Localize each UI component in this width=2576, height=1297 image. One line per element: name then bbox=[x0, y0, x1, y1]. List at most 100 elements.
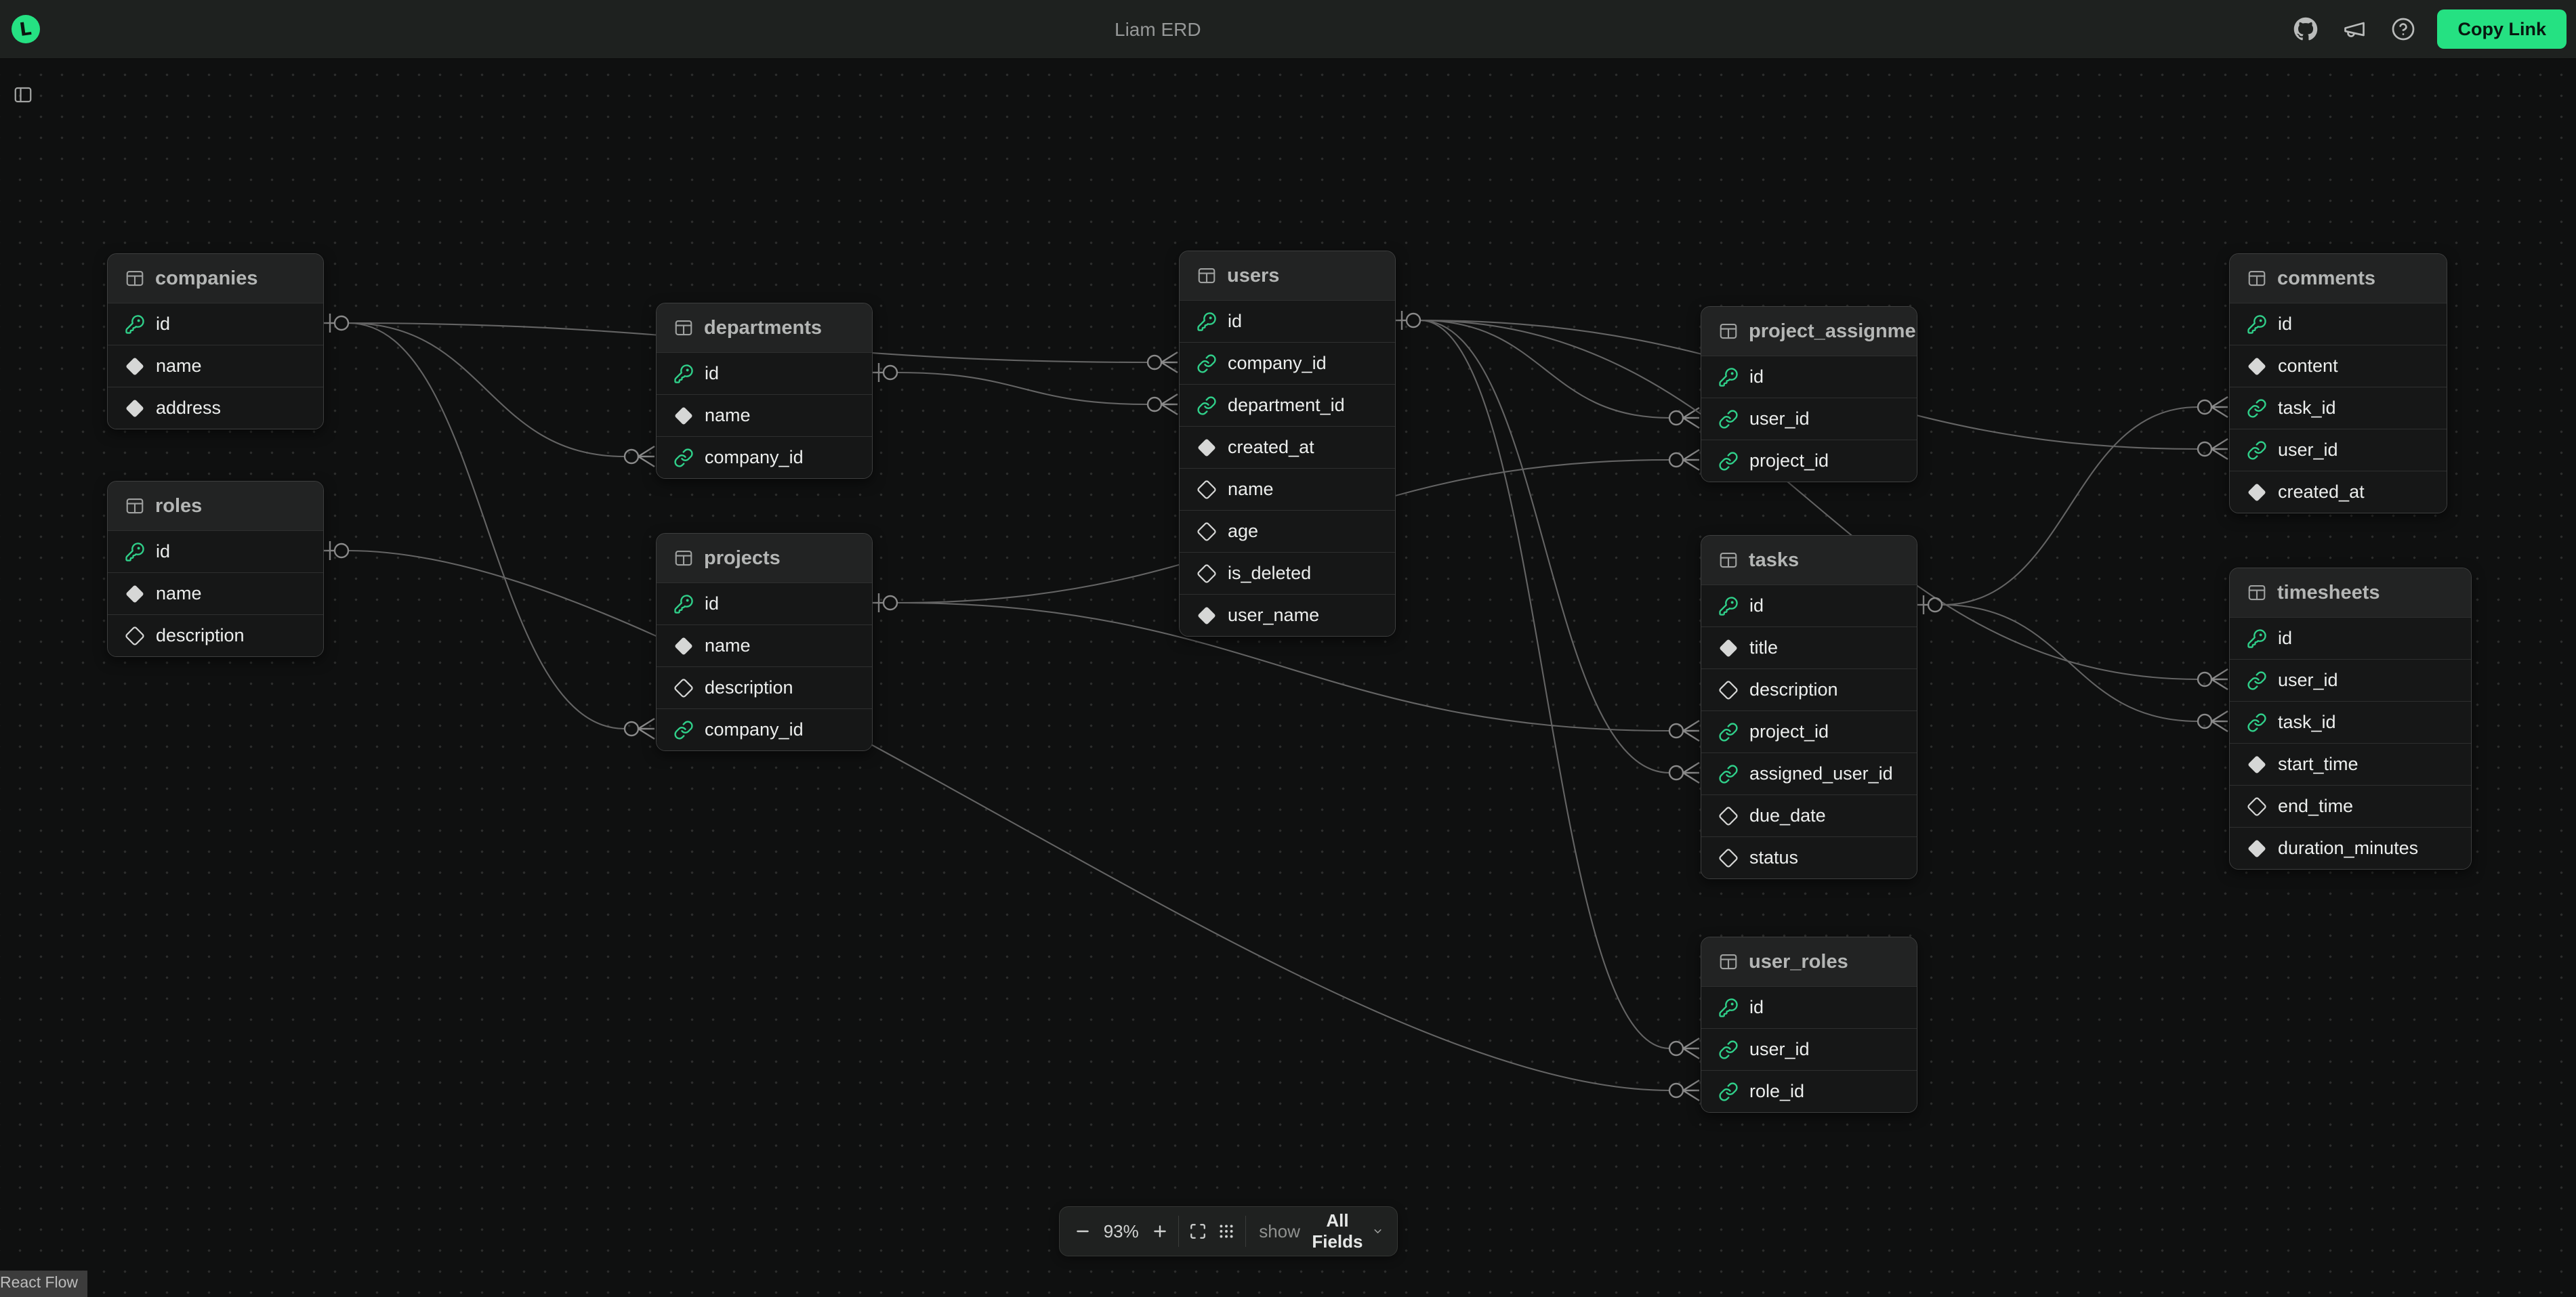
table-node-timesheets[interactable]: timesheets id user_idtask_idstart_timeend_… bbox=[2229, 568, 2472, 870]
table-node-tasks[interactable]: tasksidtitledescriptionproject_idassigne… bbox=[1701, 535, 1917, 879]
key-icon bbox=[1718, 998, 1739, 1018]
tidy-up-button[interactable] bbox=[1217, 1216, 1236, 1246]
table-header-projects[interactable]: projects bbox=[657, 534, 872, 582]
field-row-comments-content[interactable]: content bbox=[2230, 345, 2447, 387]
field-row-project_assignments-id[interactable]: id bbox=[1701, 356, 1917, 398]
field-name: user_id bbox=[2278, 440, 2338, 461]
field-row-comments-user_id[interactable]: user_id bbox=[2230, 429, 2447, 471]
github-button[interactable] bbox=[2291, 14, 2321, 44]
field-row-users-department_id[interactable]: department_id bbox=[1180, 384, 1395, 426]
field-row-tasks-assigned_user_id[interactable]: assigned_user_id bbox=[1701, 752, 1917, 794]
field-row-projects-company_id[interactable]: company_id bbox=[657, 708, 872, 750]
field-row-user_roles-id[interactable]: id bbox=[1701, 986, 1917, 1028]
table-header-tasks[interactable]: tasks bbox=[1701, 536, 1917, 584]
field-row-companies-id[interactable]: id bbox=[108, 303, 323, 345]
table-node-roles[interactable]: rolesidnamedescription bbox=[107, 481, 324, 657]
field-row-users-created_at[interactable]: created_at bbox=[1180, 426, 1395, 468]
erd-canvas[interactable]: companiesidnameaddressrolesidnamedescrip… bbox=[0, 0, 2576, 1294]
field-row-timesheets-task_id[interactable]: task_id bbox=[2230, 701, 2471, 743]
field-row-comments-task_id[interactable]: task_id bbox=[2230, 387, 2447, 429]
field-name: name bbox=[705, 405, 751, 426]
copy-link-button[interactable]: Copy Link bbox=[2437, 9, 2567, 49]
liam-logo[interactable]: L bbox=[12, 15, 40, 43]
table-node-project_assignments[interactable]: project_assignme...iduser_idproject_id bbox=[1701, 306, 1917, 482]
field-row-departments-company_id[interactable]: company_id bbox=[657, 436, 872, 478]
diamond-filled-icon bbox=[2247, 356, 2267, 377]
field-row-companies-name[interactable]: name bbox=[108, 345, 323, 387]
link-icon bbox=[1718, 764, 1739, 784]
field-row-timesheets-start_time[interactable]: start_time bbox=[2230, 743, 2471, 785]
field-row-departments-name[interactable]: name bbox=[657, 394, 872, 436]
field-row-projects-name[interactable]: name bbox=[657, 624, 872, 666]
table-node-departments[interactable]: departmentsid name company_id bbox=[656, 303, 873, 479]
field-row-projects-id[interactable]: id bbox=[657, 582, 872, 624]
table-header-comments[interactable]: comments bbox=[2230, 254, 2447, 303]
field-row-comments-created_at[interactable]: created_at bbox=[2230, 471, 2447, 513]
field-row-project_assignments-user_id[interactable]: user_id bbox=[1701, 398, 1917, 440]
field-row-users-company_id[interactable]: company_id bbox=[1180, 342, 1395, 384]
diamond-filled-icon bbox=[673, 636, 694, 656]
field-row-tasks-due_date[interactable]: due_date bbox=[1701, 794, 1917, 836]
field-row-comments-id[interactable]: id bbox=[2230, 303, 2447, 345]
key-icon bbox=[125, 542, 145, 562]
feedback-button[interactable] bbox=[2340, 14, 2369, 44]
table-title: users bbox=[1227, 265, 1279, 287]
zoom-in-button[interactable] bbox=[1150, 1216, 1169, 1246]
canvas-toolbar: 93% show All Fields bbox=[1059, 1206, 1398, 1256]
table-header-roles[interactable]: roles bbox=[108, 482, 323, 530]
field-name: id bbox=[2278, 628, 2292, 649]
field-row-user_roles-user_id[interactable]: user_id bbox=[1701, 1028, 1917, 1070]
field-row-timesheets-duration_minutes[interactable]: duration_minutes bbox=[2230, 827, 2471, 869]
field-row-timesheets-end_time[interactable]: end_time bbox=[2230, 785, 2471, 827]
field-row-roles-name[interactable]: name bbox=[108, 572, 323, 614]
react-flow-attribution[interactable]: React Flow bbox=[0, 1271, 87, 1297]
field-row-users-id[interactable]: id bbox=[1180, 300, 1395, 342]
key-icon bbox=[1718, 367, 1739, 387]
field-row-users-user_name[interactable]: user_name bbox=[1180, 594, 1395, 636]
field-row-roles-id[interactable]: id bbox=[108, 530, 323, 572]
field-row-roles-description[interactable]: description bbox=[108, 614, 323, 656]
field-row-user_roles-role_id[interactable]: role_id bbox=[1701, 1070, 1917, 1112]
table-node-projects[interactable]: projectsidname description company_id bbox=[656, 533, 873, 751]
fit-view-button[interactable] bbox=[1188, 1216, 1207, 1246]
table-node-comments[interactable]: commentsidcontenttask_id user_id created_a… bbox=[2229, 253, 2447, 513]
field-row-tasks-project_id[interactable]: project_id bbox=[1701, 710, 1917, 752]
megaphone-icon bbox=[2342, 17, 2367, 41]
link-icon bbox=[2247, 398, 2267, 419]
field-row-tasks-description[interactable]: description bbox=[1701, 668, 1917, 710]
field-row-project_assignments-project_id[interactable]: project_id bbox=[1701, 440, 1917, 482]
key-icon bbox=[1197, 312, 1217, 332]
field-row-tasks-title[interactable]: title bbox=[1701, 626, 1917, 668]
field-row-tasks-id[interactable]: id bbox=[1701, 584, 1917, 626]
table-node-companies[interactable]: companies id nameaddress bbox=[107, 253, 324, 429]
table-node-user_roles[interactable]: user_rolesiduser_idrole_id bbox=[1701, 937, 1917, 1113]
table-header-project_assignments[interactable]: project_assignme... bbox=[1701, 307, 1917, 356]
field-name: company_id bbox=[705, 719, 804, 740]
table-header-user_roles[interactable]: user_roles bbox=[1701, 937, 1917, 986]
table-header-timesheets[interactable]: timesheets bbox=[2230, 568, 2471, 617]
field-row-timesheets-user_id[interactable]: user_id bbox=[2230, 659, 2471, 701]
field-row-projects-description[interactable]: description bbox=[657, 666, 872, 708]
app-header: L Liam ERD Copy Link bbox=[0, 0, 2576, 59]
help-button[interactable] bbox=[2388, 14, 2418, 44]
field-row-timesheets-id[interactable]: id bbox=[2230, 617, 2471, 659]
diamond-outline-icon bbox=[1718, 806, 1739, 826]
diamond-outline-icon bbox=[1718, 848, 1739, 868]
table-header-departments[interactable]: departments bbox=[657, 303, 872, 352]
show-mode-select[interactable]: All Fields bbox=[1310, 1210, 1384, 1252]
field-row-users-is_deleted[interactable]: is_deleted bbox=[1180, 552, 1395, 594]
sidebar-toggle-button[interactable] bbox=[8, 80, 38, 110]
field-name: description bbox=[705, 677, 793, 698]
diamond-outline-icon bbox=[673, 678, 694, 698]
table-header-companies[interactable]: companies bbox=[108, 254, 323, 303]
table-header-users[interactable]: users bbox=[1180, 251, 1395, 300]
field-row-departments-id[interactable]: id bbox=[657, 352, 872, 394]
table-node-users[interactable]: users idcompany_iddepartment_idcreated_at… bbox=[1179, 251, 1396, 637]
field-row-users-age[interactable]: age bbox=[1180, 510, 1395, 552]
table-icon bbox=[1197, 265, 1217, 286]
field-row-users-name[interactable]: name bbox=[1180, 468, 1395, 510]
field-row-tasks-status[interactable]: status bbox=[1701, 836, 1917, 878]
zoom-out-button[interactable] bbox=[1073, 1216, 1092, 1246]
field-row-companies-address[interactable]: address bbox=[108, 387, 323, 429]
field-name: id bbox=[156, 314, 170, 335]
